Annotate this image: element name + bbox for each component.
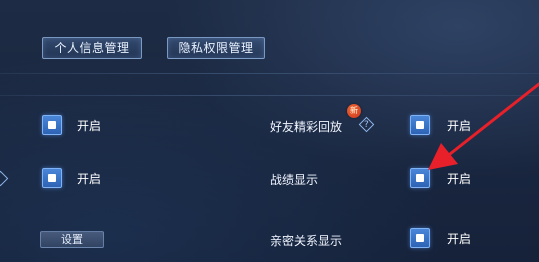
red-pointer-arrow-icon <box>428 82 539 170</box>
